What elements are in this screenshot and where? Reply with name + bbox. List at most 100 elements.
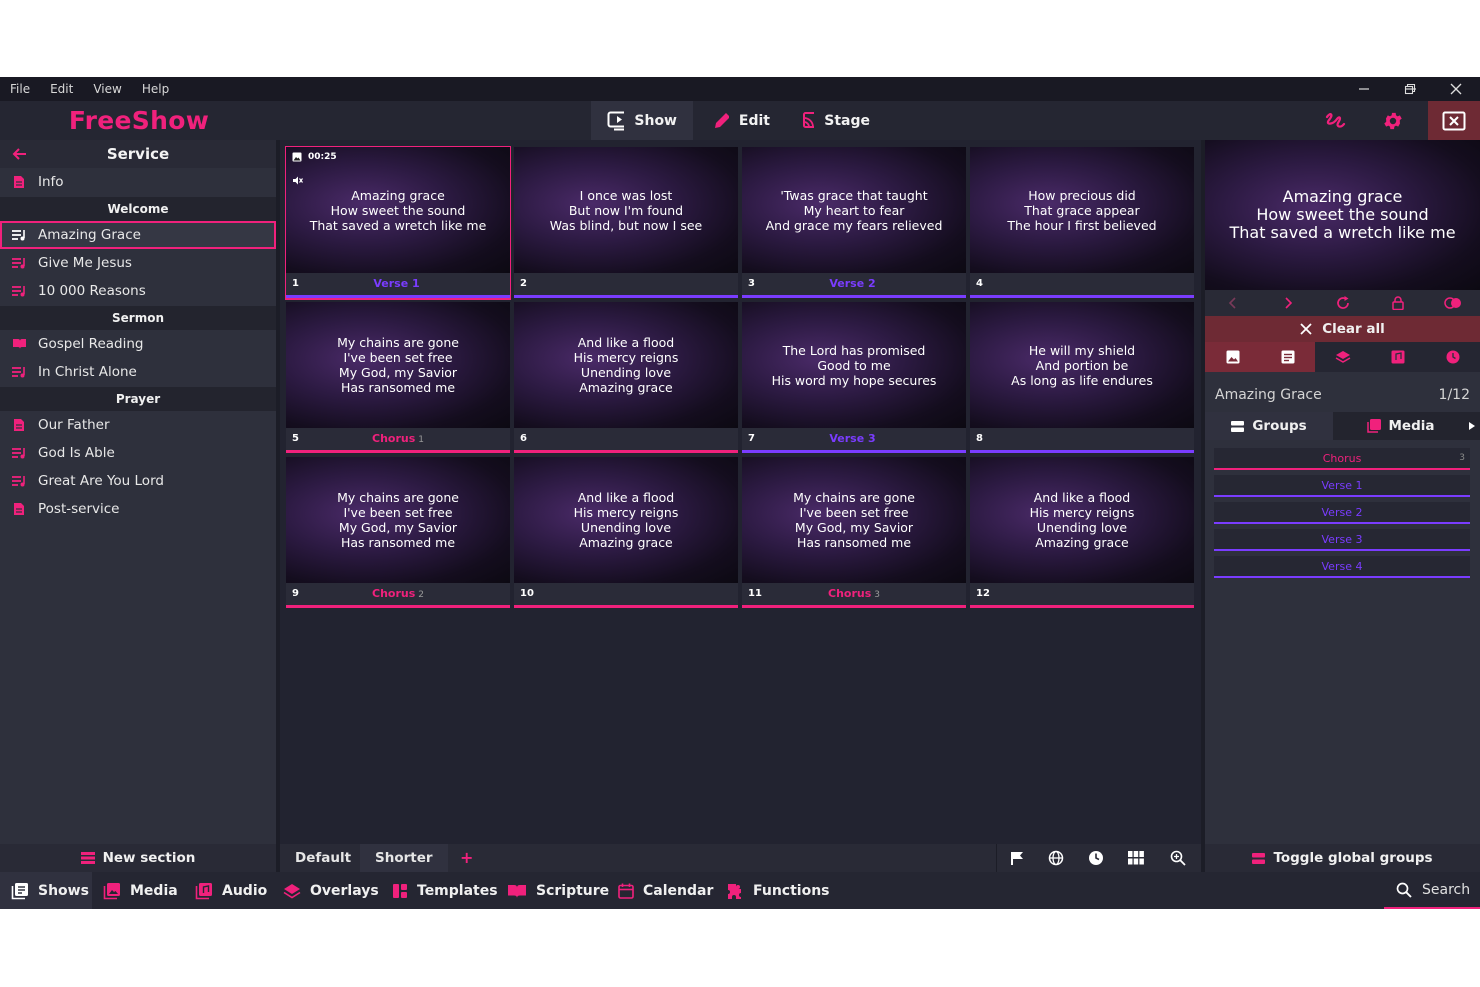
globe-button[interactable]: [1036, 844, 1076, 872]
clear-slide-button[interactable]: [1260, 342, 1315, 372]
audio-icon: [195, 882, 213, 900]
slide-thumbnail[interactable]: How precious did That grace appear The h…: [970, 147, 1194, 299]
close-icon: [1450, 83, 1462, 95]
slide-thumbnail[interactable]: And like a flood His mercy reigns Unendi…: [970, 457, 1194, 609]
slide-thumbnail[interactable]: My chains are gone I've been set free My…: [286, 457, 510, 609]
project-item[interactable]: Give Me Jesus: [0, 249, 276, 277]
drawer-tab-templates[interactable]: Templates: [381, 872, 498, 909]
project-section-header[interactable]: Prayer: [0, 387, 276, 411]
toggle-global-groups-button[interactable]: Toggle global groups: [1205, 844, 1480, 872]
slide-group-color-bar: [514, 450, 738, 453]
slide-thumbnail[interactable]: 'Twas grace that taught My heart to fear…: [742, 147, 966, 299]
project-item[interactable]: God Is Able: [0, 439, 276, 467]
group-button[interactable]: Chorus 3: [1214, 448, 1470, 470]
project-item[interactable]: 10 000 Reasons: [0, 277, 276, 305]
next-slide-button[interactable]: [1260, 290, 1315, 316]
clear-overlays-button[interactable]: [1315, 342, 1370, 372]
add-layout-button[interactable]: +: [445, 844, 488, 872]
slide-timer: 00:25: [308, 152, 337, 162]
tabs-scroll-right[interactable]: [1463, 412, 1480, 440]
project-item[interactable]: Gospel Reading: [0, 330, 276, 358]
group-button[interactable]: Verse 4: [1214, 556, 1470, 578]
slide-thumbnail[interactable]: Amazing grace How sweet the sound That s…: [285, 146, 511, 300]
settings-button[interactable]: [1373, 101, 1413, 140]
project-item[interactable]: Post-service: [0, 495, 276, 523]
shows-icon: [11, 882, 29, 900]
restart-button[interactable]: [1315, 290, 1370, 316]
transition-button[interactable]: [1425, 290, 1480, 316]
drawer-tab-label: Calendar: [643, 882, 714, 899]
draw-button[interactable]: [1315, 101, 1355, 140]
previous-slide-button[interactable]: [1205, 290, 1260, 316]
drawer-tab-audio[interactable]: Audio: [184, 872, 272, 909]
new-section-button[interactable]: New section: [0, 844, 276, 872]
slide-thumbnail[interactable]: My chains are gone I've been set free My…: [286, 302, 510, 454]
clear-timer-button[interactable]: [1425, 342, 1480, 372]
drawer-tab-functions[interactable]: Functions: [715, 872, 831, 909]
minimize-button-2[interactable]: [1342, 77, 1386, 101]
drawer-tab-scripture[interactable]: Scripture: [496, 872, 609, 909]
slide-lyrics: Amazing grace How sweet the sound That s…: [309, 187, 487, 233]
close-output-button[interactable]: [1428, 101, 1480, 140]
drawer-tab-media[interactable]: Media: [92, 872, 184, 909]
slide-lyrics: 'Twas grace that taught My heart to fear…: [765, 187, 943, 233]
slide-footer: 7 Verse 3: [742, 428, 966, 450]
zoom-button[interactable]: [1158, 844, 1198, 872]
project-item[interactable]: Great Are You Lord: [0, 467, 276, 495]
menu-help[interactable]: Help: [132, 82, 179, 96]
slide-group-count: 2: [418, 590, 424, 600]
project-item[interactable]: Amazing Grace: [0, 221, 276, 249]
group-button[interactable]: Verse 1: [1214, 475, 1470, 497]
group-button[interactable]: Verse 3: [1214, 529, 1470, 551]
output-preview[interactable]: Amazing grace How sweet the sound That s…: [1205, 140, 1480, 290]
flag-button[interactable]: [996, 844, 1036, 872]
show-icon: [607, 111, 625, 130]
menu-view[interactable]: View: [83, 82, 131, 96]
slide-group-color-bar: [286, 450, 510, 453]
clear-all-button[interactable]: Clear all: [1205, 316, 1480, 342]
project-item[interactable]: Our Father: [0, 411, 276, 439]
tab-stage[interactable]: Stage: [786, 101, 886, 140]
slide-lyrics: My chains are gone I've been set free My…: [337, 335, 459, 395]
tab-edit[interactable]: Edit: [696, 101, 786, 140]
back-arrow-icon[interactable]: [12, 146, 28, 162]
slide-group-color-bar: [514, 295, 738, 298]
lock-button[interactable]: [1370, 290, 1425, 316]
slide-meta: 00:25: [292, 152, 337, 162]
project-item[interactable]: Info: [0, 168, 276, 196]
search-button[interactable]: Search: [1384, 872, 1480, 909]
slide-preview: My chains are gone I've been set free My…: [286, 302, 510, 428]
drawer-tab-shows[interactable]: Shows: [0, 872, 92, 909]
functions-icon: [726, 882, 744, 900]
project-section-header[interactable]: Welcome: [0, 197, 276, 221]
group-button[interactable]: Verse 2: [1214, 502, 1470, 524]
slide-thumbnail[interactable]: My chains are gone I've been set free My…: [742, 457, 966, 609]
tab-show[interactable]: Show: [591, 101, 693, 140]
project-section-header[interactable]: Sermon: [0, 306, 276, 330]
slide-group-color-bar: [970, 605, 1194, 608]
clock-button[interactable]: [1076, 844, 1116, 872]
project-item[interactable]: In Christ Alone: [0, 358, 276, 386]
image-icon: [1226, 350, 1239, 364]
drawer-tab-calendar[interactable]: Calendar: [607, 872, 715, 909]
layout-tab-shorter[interactable]: Shorter: [360, 844, 448, 872]
tab-media[interactable]: Media: [1333, 412, 1468, 440]
menu-edit[interactable]: Edit: [40, 82, 83, 96]
slide-preview: My chains are gone I've been set free My…: [286, 457, 510, 583]
menu-file[interactable]: File: [0, 82, 40, 96]
grid-icon: [1128, 851, 1144, 865]
clear-background-button[interactable]: [1205, 342, 1260, 372]
slide-thumbnail[interactable]: And like a flood His mercy reigns Unendi…: [514, 457, 738, 609]
slide-thumbnail[interactable]: He will my shield And portion be As long…: [970, 302, 1194, 454]
slide-thumbnail[interactable]: The Lord has promised Good to me His wor…: [742, 302, 966, 454]
layout-tab-default[interactable]: Default: [280, 844, 366, 872]
close-window-button[interactable]: [1434, 77, 1478, 101]
clear-audio-button[interactable]: [1370, 342, 1425, 372]
slide-thumbnail[interactable]: I once was lost But now I'm found Was bl…: [514, 147, 738, 299]
grid-view-button[interactable]: [1116, 844, 1156, 872]
slide-lyrics: My chains are gone I've been set free My…: [793, 490, 915, 550]
tab-groups[interactable]: Groups: [1205, 412, 1333, 440]
drawer-tab-overlays[interactable]: Overlays: [272, 872, 381, 909]
slide-thumbnail[interactable]: And like a flood His mercy reigns Unendi…: [514, 302, 738, 454]
restore-button[interactable]: [1388, 77, 1432, 101]
